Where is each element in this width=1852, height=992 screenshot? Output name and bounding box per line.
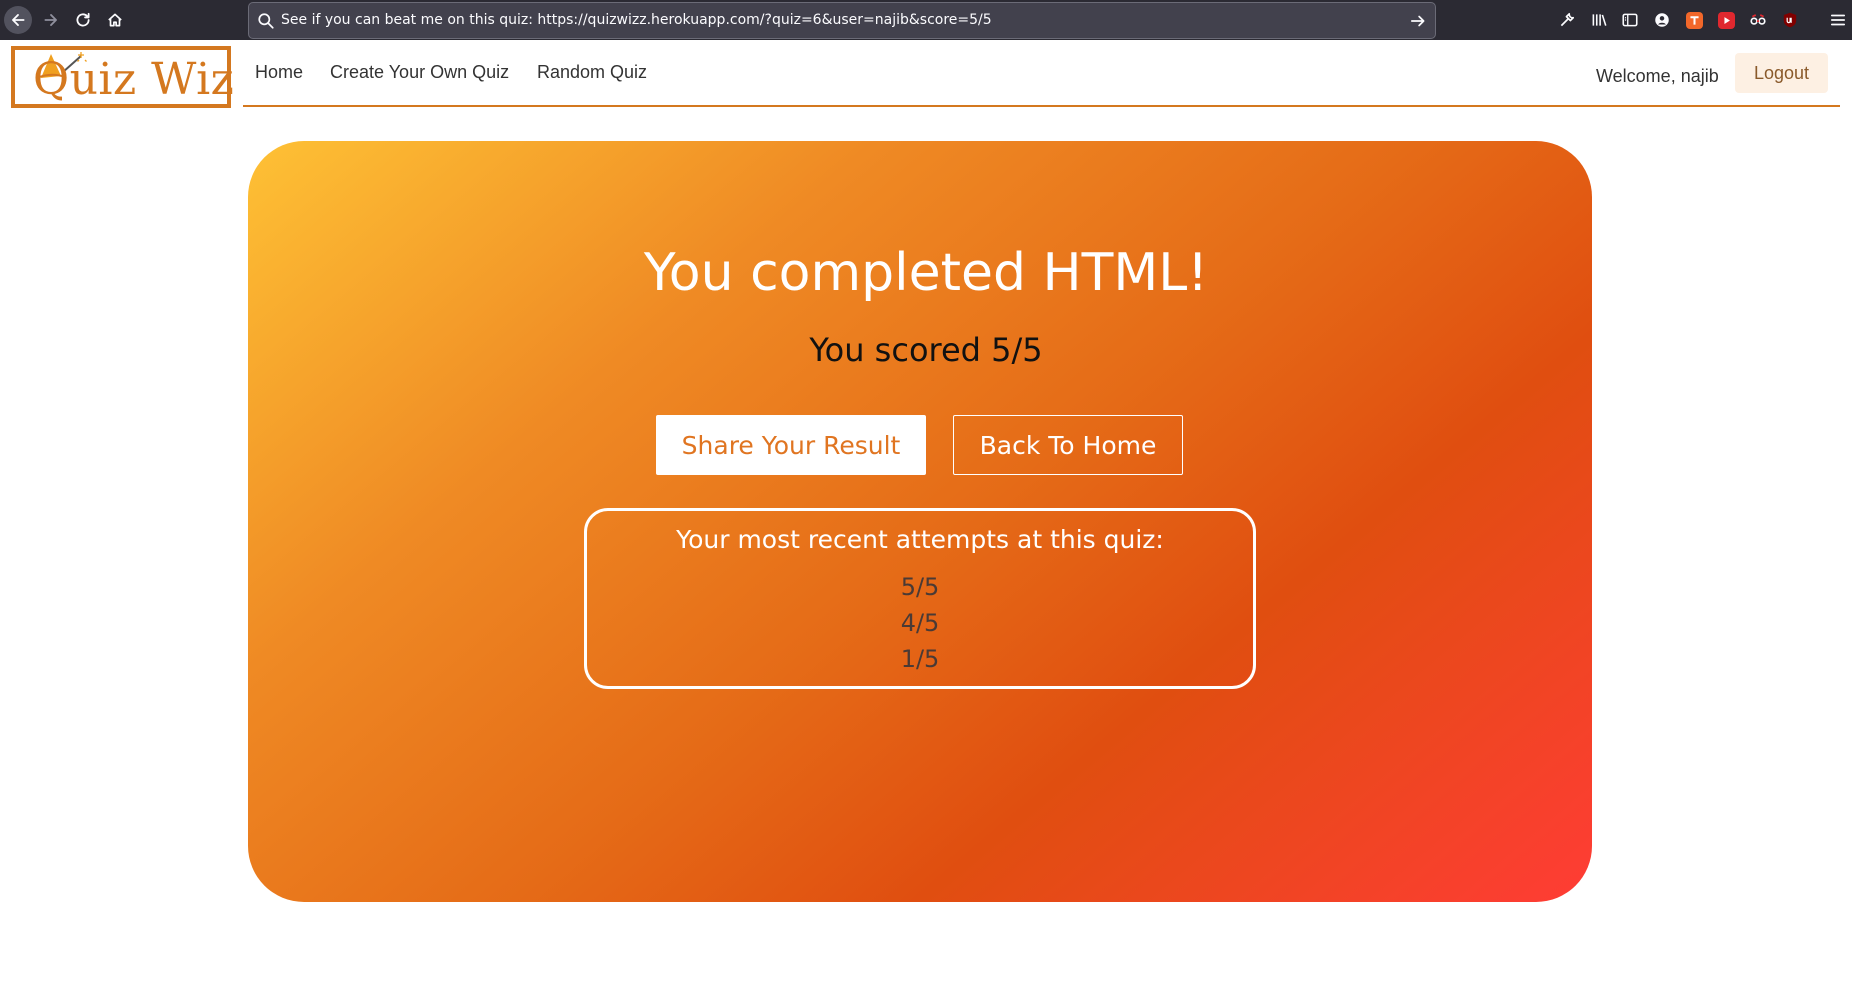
- arrow-right-icon: [44, 14, 57, 26]
- reload-button[interactable]: [69, 6, 97, 34]
- site-logo[interactable]: Quiz Wiz: [11, 46, 235, 108]
- back-to-home-button[interactable]: Back To Home: [953, 415, 1183, 475]
- attempt-item: 5/5: [900, 573, 940, 601]
- arrow-left-icon: [12, 14, 25, 26]
- extension-t-icon[interactable]: [1682, 8, 1706, 32]
- browser-toolbar: See if you can beat me on this quiz: htt…: [0, 0, 1852, 40]
- result-title: You completed HTML!: [643, 243, 1209, 303]
- account-icon[interactable]: [1650, 8, 1674, 32]
- home-icon: [108, 13, 122, 27]
- home-button[interactable]: [101, 6, 129, 34]
- recent-attempts-panel: Your most recent attempts at this quiz: …: [584, 508, 1256, 689]
- menu-icon[interactable]: [1826, 8, 1850, 32]
- sidebar-icon[interactable]: [1618, 8, 1642, 32]
- attempt-item: 1/5: [900, 645, 940, 673]
- welcome-message: Welcome, najib: [1596, 66, 1719, 86]
- nav-home-link[interactable]: Home: [255, 62, 303, 83]
- attempts-heading: Your most recent attempts at this quiz:: [676, 525, 1164, 554]
- url-input[interactable]: See if you can beat me on this quiz: htt…: [281, 12, 1395, 28]
- attempt-item: 4/5: [900, 609, 940, 637]
- library-icon[interactable]: [1587, 8, 1611, 32]
- nav-create-quiz-link[interactable]: Create Your Own Quiz: [330, 62, 509, 83]
- attempts-list: 5/5 4/5 1/5: [587, 569, 1253, 677]
- logo-text: Quiz Wiz: [33, 54, 235, 105]
- logout-button[interactable]: Logout: [1735, 53, 1828, 93]
- share-result-button[interactable]: Share Your Result: [656, 415, 926, 475]
- extension-red-icon[interactable]: [1714, 8, 1738, 32]
- nav-random-quiz-link[interactable]: Random Quiz: [537, 62, 647, 83]
- search-icon: [258, 13, 274, 29]
- reload-icon: [76, 12, 90, 27]
- score-text: You scored 5/5: [809, 331, 1043, 369]
- header-divider: [243, 105, 1840, 107]
- forward-button[interactable]: [37, 6, 65, 34]
- url-bar[interactable]: See if you can beat me on this quiz: htt…: [248, 2, 1436, 39]
- go-arrow-icon[interactable]: [1409, 12, 1427, 30]
- back-button[interactable]: [4, 6, 32, 34]
- extension-glasses-icon[interactable]: [1746, 8, 1770, 32]
- ublock-icon[interactable]: [1778, 8, 1802, 32]
- wrench-icon[interactable]: [1555, 8, 1579, 32]
